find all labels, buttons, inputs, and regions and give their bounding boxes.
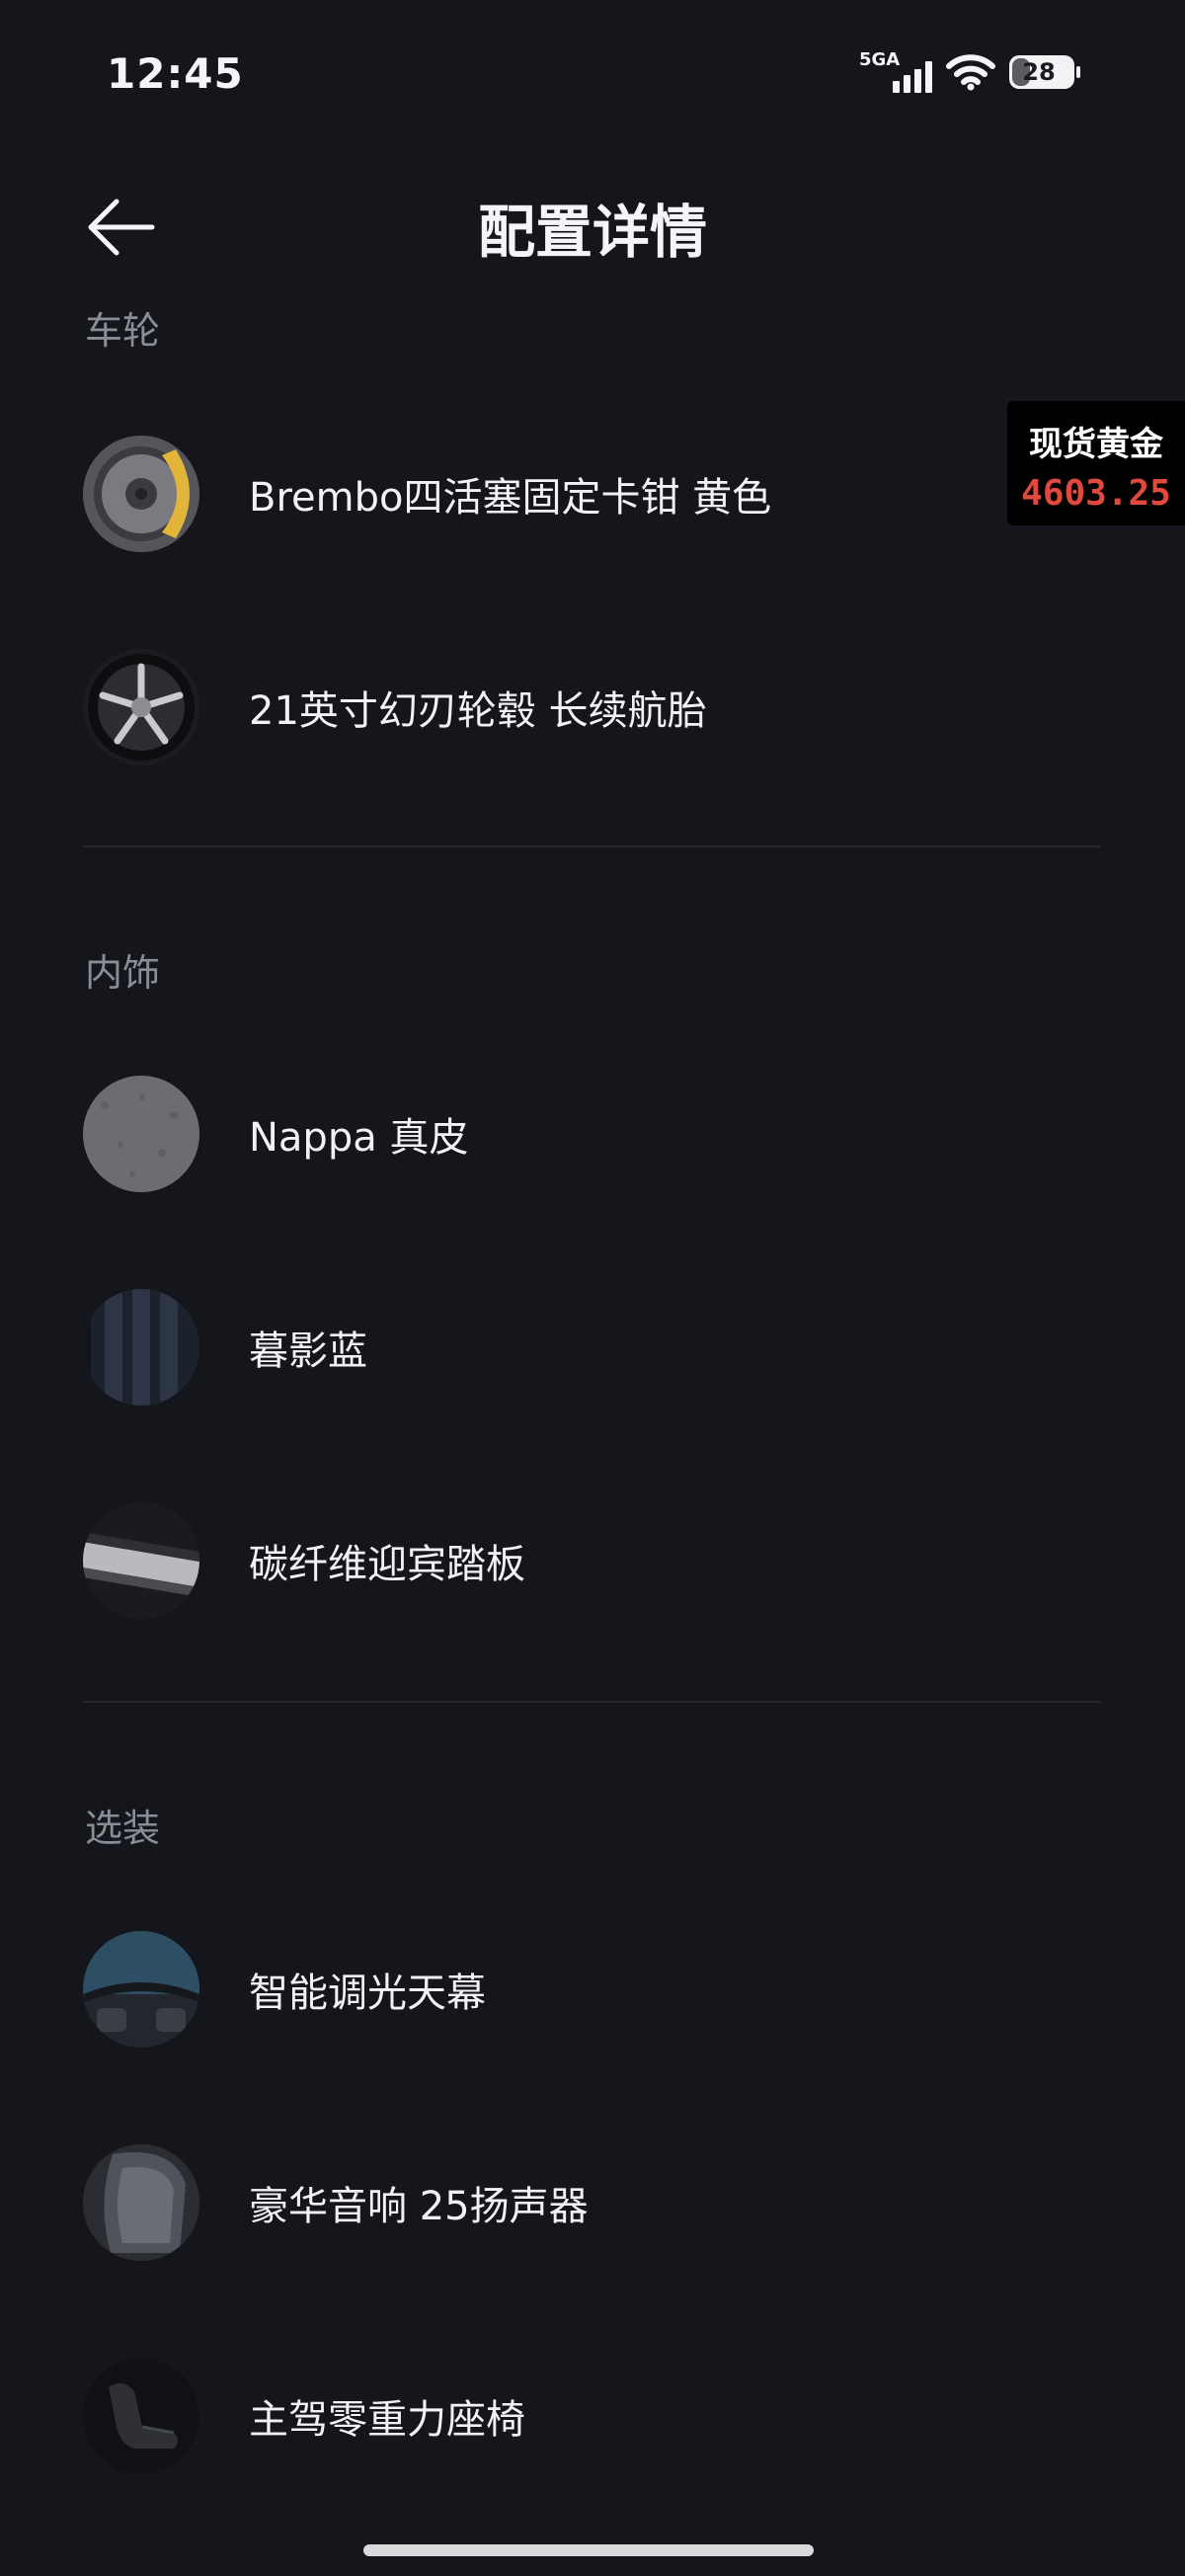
- item-label: 智能调光天幕: [249, 1971, 486, 2016]
- section-divider: [83, 845, 1100, 847]
- home-indicator[interactable]: [363, 2544, 814, 2556]
- item-label: Brembo四活塞固定卡钳 黄色: [249, 475, 772, 521]
- item-label: 暮影蓝: [249, 1328, 367, 1374]
- item-label: 豪华音响 25扬声器: [249, 2184, 589, 2229]
- seat-icon: [83, 2358, 199, 2474]
- section-title-wheels: 车轮: [85, 309, 161, 353]
- header: 配置详情: [0, 168, 1185, 286]
- wifi-icon: [946, 54, 995, 91]
- list-item-zero-gravity-seat[interactable]: 主驾零重力座椅: [83, 2357, 1100, 2475]
- brake-caliper-icon: [83, 436, 199, 552]
- item-label: 主驾零重力座椅: [249, 2397, 525, 2443]
- list-item-audio[interactable]: 豪华音响 25扬声器: [83, 2143, 1100, 2262]
- page-title: 配置详情: [477, 199, 707, 266]
- list-item-sunroof[interactable]: 智能调光天幕: [83, 1930, 1100, 2049]
- item-label: 21英寸幻刃轮毂 长续航胎: [249, 688, 707, 734]
- list-item-interior-color[interactable]: 暮影蓝: [83, 1288, 1100, 1407]
- leather-swatch-icon: [83, 1076, 199, 1192]
- speaker-icon: [83, 2144, 199, 2261]
- sunroof-icon: [83, 1931, 199, 2048]
- item-label: Nappa 真皮: [249, 1115, 469, 1161]
- cellular-signal-icon: 5GA: [859, 49, 932, 95]
- section-title-interior: 内饰: [85, 951, 161, 995]
- section-title-options: 选装: [85, 1807, 161, 1850]
- status-time: 12:45: [107, 49, 244, 98]
- list-item-wheel[interactable]: 21英寸幻刃轮毂 长续航胎: [83, 648, 1100, 766]
- wheel-icon: [83, 649, 199, 765]
- battery-icon: 28: [1009, 55, 1080, 89]
- list-item-door-sill[interactable]: 碳纤维迎宾踏板: [83, 1501, 1100, 1620]
- gold-widget-price: 4603.25: [1021, 473, 1171, 514]
- status-icons: 5GA 28: [859, 49, 1080, 95]
- gold-widget-name: 现货黄金: [1029, 425, 1163, 464]
- list-item-nappa-leather[interactable]: Nappa 真皮: [83, 1075, 1100, 1193]
- door-sill-plate-icon: [83, 1502, 199, 1619]
- section-divider: [83, 1701, 1100, 1703]
- gold-price-widget[interactable]: 现货黄金 4603.25: [1007, 401, 1185, 525]
- battery-level: 28: [1022, 58, 1056, 86]
- list-item-brake-caliper[interactable]: Brembo四活塞固定卡钳 黄色: [83, 435, 1100, 553]
- interior-color-swatch-icon: [83, 1289, 199, 1406]
- status-bar: 12:45 5GA 28: [0, 0, 1185, 148]
- item-label: 碳纤维迎宾踏板: [249, 1542, 525, 1587]
